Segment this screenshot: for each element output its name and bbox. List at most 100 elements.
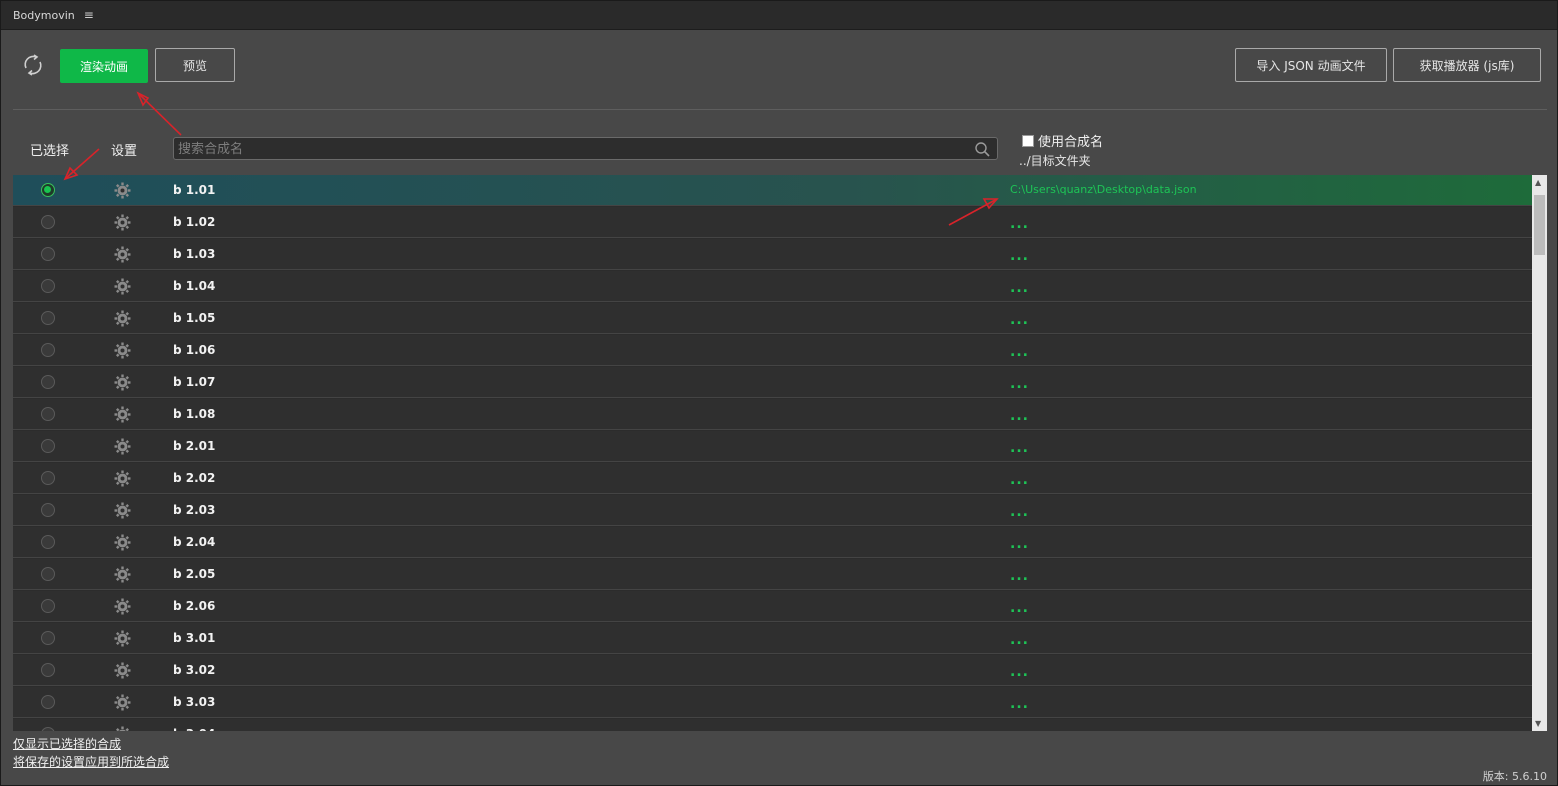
apply-settings-link[interactable]: 将保存的设置应用到所选合成 (13, 753, 169, 770)
composition-row[interactable]: b 1.05... (13, 303, 1532, 334)
composition-row[interactable]: b 3.03... (13, 687, 1532, 718)
composition-row[interactable]: b 1.07... (13, 367, 1532, 398)
show-selected-link[interactable]: 仅显示已选择的合成 (13, 735, 121, 752)
choose-destination-button[interactable]: ... (1010, 408, 1029, 424)
composition-name: b 3.02 (173, 663, 216, 677)
use-comp-name-option[interactable]: 使用合成名 (1022, 131, 1103, 150)
gear-icon[interactable] (114, 182, 131, 199)
scroll-thumb[interactable] (1534, 195, 1545, 255)
composition-row[interactable]: b 1.01 C:\Users\quanz\Desktop\data.json (13, 175, 1532, 206)
gear-icon[interactable] (114, 342, 131, 359)
select-radio[interactable] (41, 663, 55, 677)
gear-icon[interactable] (114, 630, 131, 647)
gear-icon[interactable] (114, 534, 131, 551)
composition-name: b 1.04 (173, 279, 216, 293)
gear-icon[interactable] (114, 726, 131, 731)
choose-destination-button[interactable]: ... (1010, 696, 1029, 712)
use-comp-name-label: 使用合成名 (1038, 135, 1104, 150)
preview-button[interactable]: 预览 (155, 48, 235, 82)
composition-name: b 3.01 (173, 631, 216, 645)
select-radio[interactable] (41, 247, 55, 261)
choose-destination-button[interactable]: ... (1010, 344, 1029, 360)
import-json-button[interactable]: 导入 JSON 动画文件 (1235, 48, 1387, 82)
refresh-icon[interactable] (21, 53, 45, 77)
hamburger-menu-icon[interactable]: ≡ (84, 8, 94, 22)
gear-icon[interactable] (114, 278, 131, 295)
choose-destination-button[interactable]: ... (1010, 216, 1029, 232)
composition-row[interactable]: b 1.06... (13, 335, 1532, 366)
composition-row[interactable]: b 2.06... (13, 591, 1532, 622)
choose-destination-button[interactable]: ... (1010, 664, 1029, 680)
gear-icon[interactable] (114, 566, 131, 583)
choose-destination-button[interactable]: ... (1010, 312, 1029, 328)
gear-icon[interactable] (114, 470, 131, 487)
select-radio[interactable] (41, 567, 55, 581)
choose-destination-button[interactable]: ... (1010, 280, 1029, 296)
select-radio[interactable] (41, 471, 55, 485)
composition-row[interactable]: b 2.04... (13, 527, 1532, 558)
gear-icon[interactable] (114, 374, 131, 391)
composition-row[interactable]: b 1.08... (13, 399, 1532, 430)
choose-destination-button[interactable]: ... (1010, 248, 1029, 264)
get-player-button[interactable]: 获取播放器 (js库) (1393, 48, 1541, 82)
composition-row[interactable]: b 3.02... (13, 655, 1532, 686)
choose-destination-button[interactable]: ... (1010, 632, 1029, 648)
choose-destination-button[interactable]: ... (1010, 536, 1029, 552)
choose-destination-button[interactable]: ... (1010, 376, 1029, 392)
select-radio[interactable] (41, 407, 55, 421)
scrollbar[interactable]: ▲ ▼ (1532, 175, 1547, 731)
search-icon (975, 142, 990, 157)
composition-name: b 1.07 (173, 375, 216, 389)
gear-icon[interactable] (114, 502, 131, 519)
gear-icon[interactable] (114, 694, 131, 711)
select-radio[interactable] (41, 599, 55, 613)
composition-name: b 1.03 (173, 247, 216, 261)
composition-row[interactable]: b 1.02... (13, 207, 1532, 238)
gear-icon[interactable] (114, 214, 131, 231)
select-radio[interactable] (41, 183, 55, 197)
use-comp-name-checkbox[interactable] (1022, 134, 1034, 147)
gear-icon[interactable] (114, 310, 131, 327)
gear-icon[interactable] (114, 438, 131, 455)
title-bar: Bodymovin ≡ (1, 1, 1557, 30)
composition-name: b 3.04 (173, 727, 215, 731)
composition-row[interactable]: b 3.04 (13, 719, 1532, 731)
select-radio[interactable] (41, 503, 55, 517)
composition-row[interactable]: b 2.03... (13, 495, 1532, 526)
select-radio[interactable] (41, 375, 55, 389)
choose-destination-button[interactable]: ... (1010, 504, 1029, 520)
composition-list: b 1.01 C:\Users\quanz\Desktop\data.json b … (13, 175, 1547, 731)
select-radio[interactable] (41, 343, 55, 357)
gear-icon[interactable] (114, 598, 131, 615)
composition-row[interactable]: b 1.03... (13, 239, 1532, 270)
choose-destination-button[interactable]: ... (1010, 472, 1029, 488)
toolbar: 渲染动画 预览 导入 JSON 动画文件 获取播放器 (js库) (1, 31, 1557, 109)
gear-icon[interactable] (114, 406, 131, 423)
select-radio[interactable] (41, 439, 55, 453)
select-radio[interactable] (41, 695, 55, 709)
composition-row[interactable]: b 1.04... (13, 271, 1532, 302)
select-radio[interactable] (41, 631, 55, 645)
gear-icon[interactable] (114, 246, 131, 263)
select-radio[interactable] (41, 535, 55, 549)
choose-destination-button[interactable]: ... (1010, 568, 1029, 584)
composition-row[interactable]: b 3.01... (13, 623, 1532, 654)
select-radio[interactable] (41, 727, 55, 731)
scroll-down-icon[interactable]: ▼ (1535, 719, 1541, 728)
search-input[interactable] (174, 139, 997, 160)
destination-path[interactable]: C:\Users\quanz\Desktop\data.json (1010, 183, 1197, 196)
scroll-up-icon[interactable]: ▲ (1535, 178, 1541, 187)
composition-row[interactable]: b 2.05... (13, 559, 1532, 590)
gear-icon[interactable] (114, 662, 131, 679)
window-title: Bodymovin (13, 8, 75, 22)
composition-name: b 2.02 (173, 471, 216, 485)
select-radio[interactable] (41, 279, 55, 293)
select-radio[interactable] (41, 311, 55, 325)
select-radio[interactable] (41, 215, 55, 229)
composition-row[interactable]: b 2.01... (13, 431, 1532, 462)
render-button[interactable]: 渲染动画 (60, 49, 148, 83)
choose-destination-button[interactable]: ... (1010, 600, 1029, 616)
choose-destination-button[interactable]: ... (1010, 440, 1029, 456)
composition-name: b 2.05 (173, 567, 216, 581)
composition-row[interactable]: b 2.02... (13, 463, 1532, 494)
